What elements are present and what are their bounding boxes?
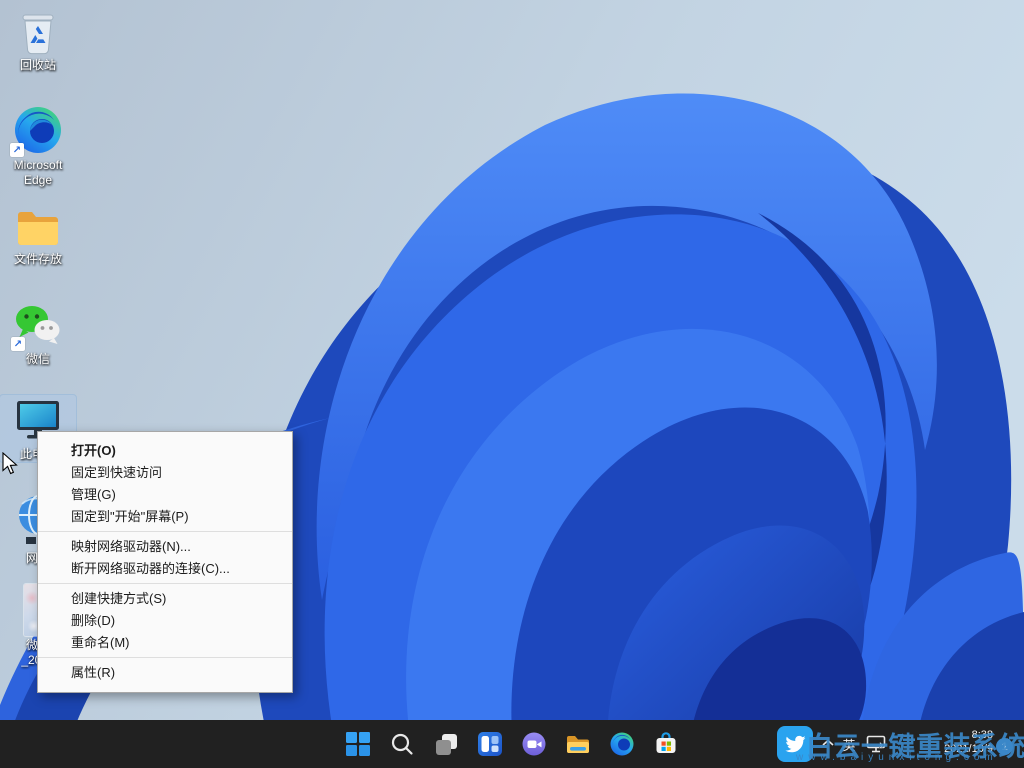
search-button[interactable] <box>382 724 422 764</box>
edge-icon: ↗ <box>12 104 64 156</box>
desktop-icon-microsoft-edge[interactable]: ↗ Microsoft Edge <box>0 104 76 188</box>
menu-item-pin-to-start[interactable]: 固定到"开始"屏幕(P) <box>38 506 292 528</box>
store-button[interactable] <box>646 724 686 764</box>
windows-logo-icon <box>345 731 371 757</box>
clock-date: 2021/10/9 <box>927 742 993 756</box>
menu-item-open[interactable]: 打开(O) <box>38 440 292 462</box>
desktop-icon-wechat[interactable]: ↗ 微信 <box>0 302 76 367</box>
menu-item-delete[interactable]: 删除(D) <box>38 610 292 632</box>
file-explorer-button[interactable] <box>558 724 598 764</box>
edge-icon <box>609 731 635 757</box>
desktop-icon-recycle-bin[interactable]: 回收站 <box>0 10 76 73</box>
menu-item-manage[interactable]: 管理(G) <box>38 484 292 506</box>
file-explorer-icon <box>565 731 591 757</box>
store-icon <box>653 731 679 757</box>
widgets-icon <box>477 731 503 757</box>
folder-icon <box>14 206 62 250</box>
display-tray-icon[interactable] <box>865 734 889 754</box>
menu-separator <box>38 531 292 532</box>
menu-item-pin-to-quick-access[interactable]: 固定到快速访问 <box>38 462 292 484</box>
ime-language-indicator[interactable]: 英 <box>840 735 858 753</box>
desktop-icon-file-folder[interactable]: 文件存放 <box>0 206 76 267</box>
edge-button[interactable] <box>602 724 642 764</box>
chevron-up-icon <box>821 738 835 748</box>
chat-button[interactable] <box>514 724 554 764</box>
desktop-icon-label: Microsoft Edge <box>2 158 74 188</box>
widgets-button[interactable] <box>470 724 510 764</box>
wechat-icon: ↗ <box>13 302 63 350</box>
desktop: 回收站 ↗ Microsoft Edge <box>0 0 1024 768</box>
menu-item-disconnect-network-drive[interactable]: 断开网络驱动器的连接(C)... <box>38 558 292 580</box>
task-view-button[interactable] <box>426 724 466 764</box>
clock-time: 8:38 <box>927 728 993 742</box>
menu-item-map-network-drive[interactable]: 映射网络驱动器(N)... <box>38 536 292 558</box>
menu-item-create-shortcut[interactable]: 创建快捷方式(S) <box>38 588 292 610</box>
recycle-bin-icon <box>15 10 61 56</box>
twitter-bird-icon <box>783 732 807 756</box>
desktop-icon-label: 微信 <box>26 352 50 367</box>
task-view-icon <box>433 731 459 757</box>
search-icon <box>389 731 415 757</box>
taskbar-clock[interactable]: 8:38 2021/10/9 <box>927 728 993 758</box>
twitter-tray-icon[interactable] <box>777 726 813 762</box>
show-hidden-icons-button[interactable] <box>821 736 835 750</box>
start-button[interactable] <box>338 724 378 764</box>
menu-separator <box>38 583 292 584</box>
chat-video-icon <box>521 731 547 757</box>
taskbar-center-group <box>336 724 688 764</box>
context-menu: 打开(O) 固定到快速访问 管理(G) 固定到"开始"屏幕(P) 映射网络驱动器… <box>37 431 293 693</box>
desktop-icon-label: 文件存放 <box>14 252 62 267</box>
menu-item-properties[interactable]: 属性(R) <box>38 662 292 684</box>
shortcut-arrow-icon: ↗ <box>11 337 25 351</box>
taskbar: 英 8:38 2021/10/9 1 <box>0 720 1024 768</box>
desktop-icon-label: 回收站 <box>20 58 56 73</box>
shortcut-arrow-icon: ↗ <box>10 143 24 157</box>
menu-separator <box>38 657 292 658</box>
monitor-icon <box>866 735 888 753</box>
menu-item-rename[interactable]: 重命名(M) <box>38 632 292 654</box>
notification-badge[interactable]: 1 <box>996 738 1013 755</box>
